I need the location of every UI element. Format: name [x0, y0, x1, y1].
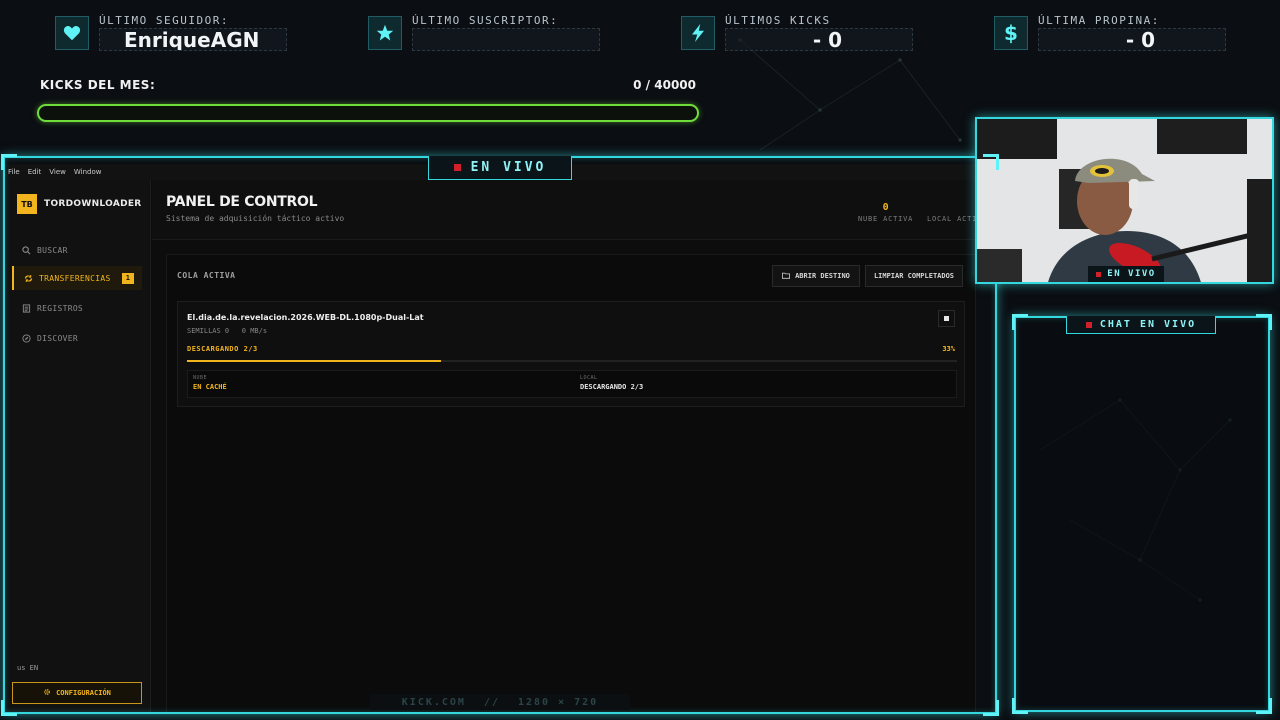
stat-value: _ - 0	[1038, 28, 1226, 51]
frame-corner	[1012, 698, 1028, 714]
webcam-image	[977, 119, 1272, 282]
stat-label: ÚLTIMA PROPINA:	[1038, 14, 1160, 27]
webcam-live-label: EN VIVO	[1107, 269, 1156, 279]
frame-corner	[1, 154, 17, 170]
footer-site: KICK.COM	[401, 696, 466, 708]
frame-corner	[1256, 698, 1272, 714]
live-dot	[1085, 321, 1092, 328]
kicks-count: 0 / 40000	[633, 78, 696, 92]
kicks-progress-bar	[37, 104, 699, 122]
dollar-icon: $	[994, 16, 1028, 50]
frame-corner	[1012, 314, 1028, 330]
footer-resolution: 1280 × 720	[518, 696, 599, 708]
star-icon	[368, 16, 402, 50]
webcam-feed	[975, 117, 1274, 284]
footer-separator: //	[483, 696, 500, 708]
stat-label: ÚLTIMO SUSCRIPTOR:	[412, 14, 559, 27]
chat-title: CHAT EN VIVO	[1099, 319, 1197, 330]
chat-panel	[1014, 316, 1270, 712]
frame-corner	[1, 700, 17, 716]
heart-icon	[55, 16, 89, 50]
webcam-live-indicator: EN VIVO	[1088, 266, 1164, 282]
stat-label: ÚLTIMO SEGUIDOR:	[99, 14, 229, 27]
stat-value: EnriqueAGN	[99, 28, 287, 51]
kicks-title: KICKS DEL MES:	[40, 78, 156, 92]
frame-corner	[983, 700, 999, 716]
live-dot	[1096, 271, 1102, 277]
live-dot	[453, 164, 461, 171]
lightning-icon	[681, 16, 715, 50]
main-neon-frame	[3, 156, 997, 714]
live-indicator: EN VIVO	[428, 156, 572, 180]
frame-corner	[1256, 314, 1272, 330]
frame-corner	[983, 154, 999, 170]
stat-value: _	[412, 28, 600, 51]
stat-value: _ - 0	[725, 28, 913, 51]
footer-tag: KICK.COM // 1280 × 720	[370, 694, 630, 710]
live-label: EN VIVO	[470, 160, 547, 175]
stat-label: ÚLTIMOS KICKS	[725, 14, 831, 27]
chat-title-tag: CHAT EN VIVO	[1066, 316, 1216, 334]
